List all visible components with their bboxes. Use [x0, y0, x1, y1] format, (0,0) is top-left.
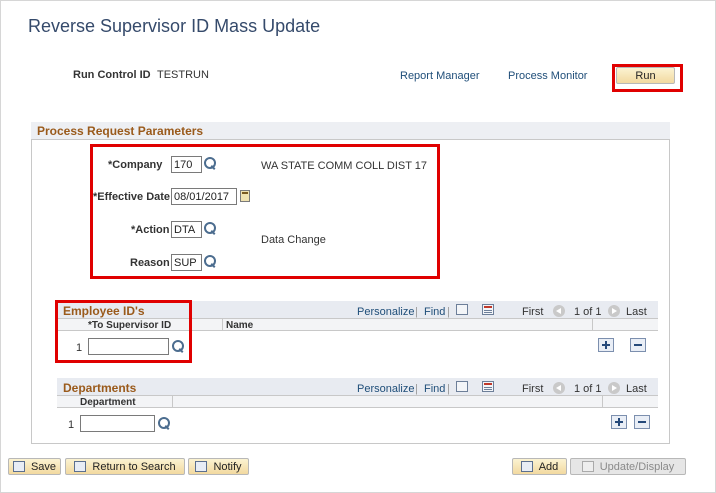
departments-personalize-link[interactable]: Personalize [357, 383, 414, 395]
employee-first-label[interactable]: First [522, 306, 543, 318]
next-arrow-icon[interactable] [608, 305, 620, 317]
save-icon [12, 461, 25, 472]
departments-first-label[interactable]: First [522, 383, 543, 395]
view-all-icon[interactable] [456, 304, 468, 315]
employee-col-name: Name [226, 320, 254, 331]
search-icon[interactable] [158, 417, 170, 429]
save-button[interactable]: Save [8, 458, 61, 475]
download-grid-icon[interactable] [482, 304, 494, 315]
employee-find-link[interactable]: Find [424, 306, 445, 318]
process-monitor-link[interactable]: Process Monitor [508, 70, 587, 82]
notify-icon [195, 461, 208, 472]
notify-button[interactable]: Notify [188, 458, 249, 475]
separator: | [447, 383, 450, 395]
separator: | [447, 306, 450, 318]
return-to-search-button[interactable]: Return to Search [65, 458, 185, 475]
reason-input[interactable] [171, 254, 202, 271]
view-all-icon[interactable] [456, 381, 468, 392]
separator: | [415, 383, 418, 395]
departments-grid-title: Departments [63, 381, 137, 395]
department-input[interactable] [80, 415, 155, 432]
add-row-icon[interactable] [611, 415, 627, 429]
departments-range-label: 1 of 1 [574, 383, 602, 395]
add-icon [520, 461, 533, 472]
save-label: Save [30, 460, 57, 473]
update-display-label: Update/Display [599, 460, 675, 473]
departments-grid-colheaders [57, 396, 658, 408]
return-to-search-label: Return to Search [92, 460, 176, 473]
departments-last-label[interactable]: Last [626, 383, 647, 395]
action-label: *Action [131, 224, 170, 236]
previous-arrow-icon[interactable] [553, 382, 565, 394]
employee-range-label: 1 of 1 [574, 306, 602, 318]
employee-highlight [55, 300, 192, 363]
departments-col-department: Department [80, 397, 136, 408]
process-request-header: Process Request Parameters [31, 122, 670, 140]
employee-last-label[interactable]: Last [626, 306, 647, 318]
search-icon[interactable] [204, 222, 216, 234]
page-title: Reverse Supervisor ID Mass Update [28, 16, 321, 36]
action-description: Data Change [261, 234, 326, 246]
search-icon[interactable] [204, 157, 216, 169]
effective-date-label: *Effective Date [93, 191, 171, 203]
action-input[interactable] [171, 221, 202, 238]
update-display-icon [581, 461, 594, 472]
separator: | [415, 306, 418, 318]
departments-find-link[interactable]: Find [424, 383, 445, 395]
report-manager-link[interactable]: Report Manager [400, 70, 480, 82]
reason-label: Reason [130, 257, 170, 269]
run-control-label: Run Control ID [73, 69, 151, 81]
add-label: Add [538, 460, 559, 473]
add-button[interactable]: Add [512, 458, 567, 475]
delete-row-icon[interactable] [630, 338, 646, 352]
company-description: WA STATE COMM COLL DIST 17 [261, 160, 428, 172]
add-row-icon[interactable] [598, 338, 614, 352]
calendar-icon[interactable] [240, 190, 250, 202]
company-input[interactable] [171, 156, 202, 173]
update-display-button[interactable]: Update/Display [570, 458, 686, 475]
return-icon [74, 461, 87, 472]
search-icon[interactable] [204, 255, 216, 267]
previous-arrow-icon[interactable] [553, 305, 565, 317]
row-number: 1 [68, 419, 75, 431]
effective-date-input[interactable] [171, 188, 237, 205]
download-grid-icon[interactable] [482, 381, 494, 392]
company-label: *Company [108, 159, 163, 171]
employee-personalize-link[interactable]: Personalize [357, 306, 414, 318]
notify-label: Notify [213, 460, 242, 473]
next-arrow-icon[interactable] [608, 382, 620, 394]
run-control-value: TESTRUN [157, 69, 209, 81]
delete-row-icon[interactable] [634, 415, 650, 429]
run-button[interactable]: Run [616, 67, 675, 84]
